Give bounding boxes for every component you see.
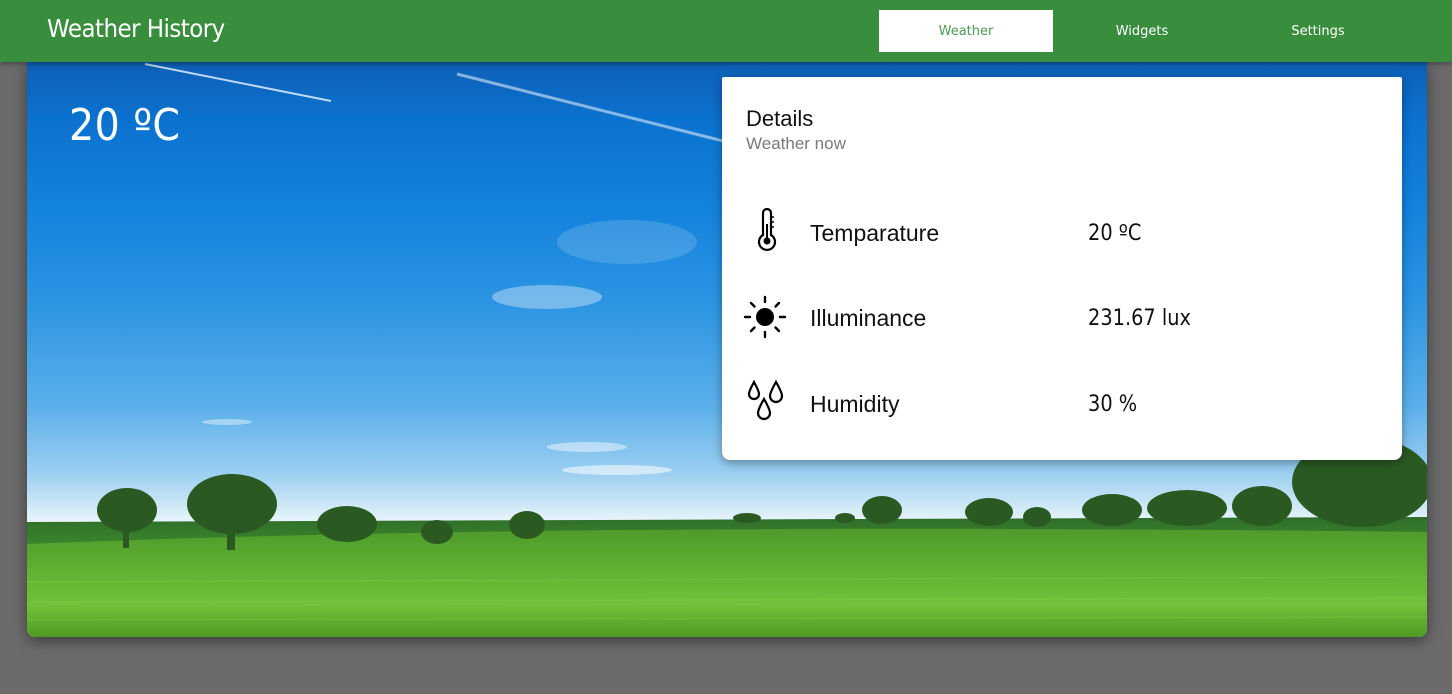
app-bar: Weather History Weather Widgets Settings	[0, 0, 1452, 62]
app-title: Weather History	[47, 14, 225, 43]
tab-weather[interactable]: Weather	[879, 10, 1053, 52]
detail-value: 231.67 lux	[1088, 306, 1192, 331]
droplets-icon	[742, 379, 790, 429]
detail-row-temperature: Temparature 20 ºC	[722, 207, 1402, 258]
details-card: Details Weather now Temparature 20 ºC Il…	[722, 77, 1402, 460]
current-temperature: 20 ºC	[69, 100, 181, 151]
tab-settings[interactable]: Settings	[1231, 10, 1405, 52]
detail-value: 20 ºC	[1088, 221, 1142, 246]
details-title: Details	[746, 106, 814, 131]
thermometer-icon	[742, 207, 790, 258]
detail-value: 30 %	[1088, 392, 1138, 417]
sun-icon	[742, 293, 790, 343]
detail-label: Humidity	[810, 391, 900, 417]
detail-row-illuminance: Illuminance 231.67 lux	[722, 293, 1402, 343]
detail-label: Illuminance	[810, 305, 927, 331]
details-subtitle: Weather now	[746, 134, 846, 153]
tab-widgets[interactable]: Widgets	[1055, 10, 1229, 52]
detail-label: Temparature	[810, 220, 940, 246]
detail-row-humidity: Humidity 30 %	[722, 379, 1402, 429]
